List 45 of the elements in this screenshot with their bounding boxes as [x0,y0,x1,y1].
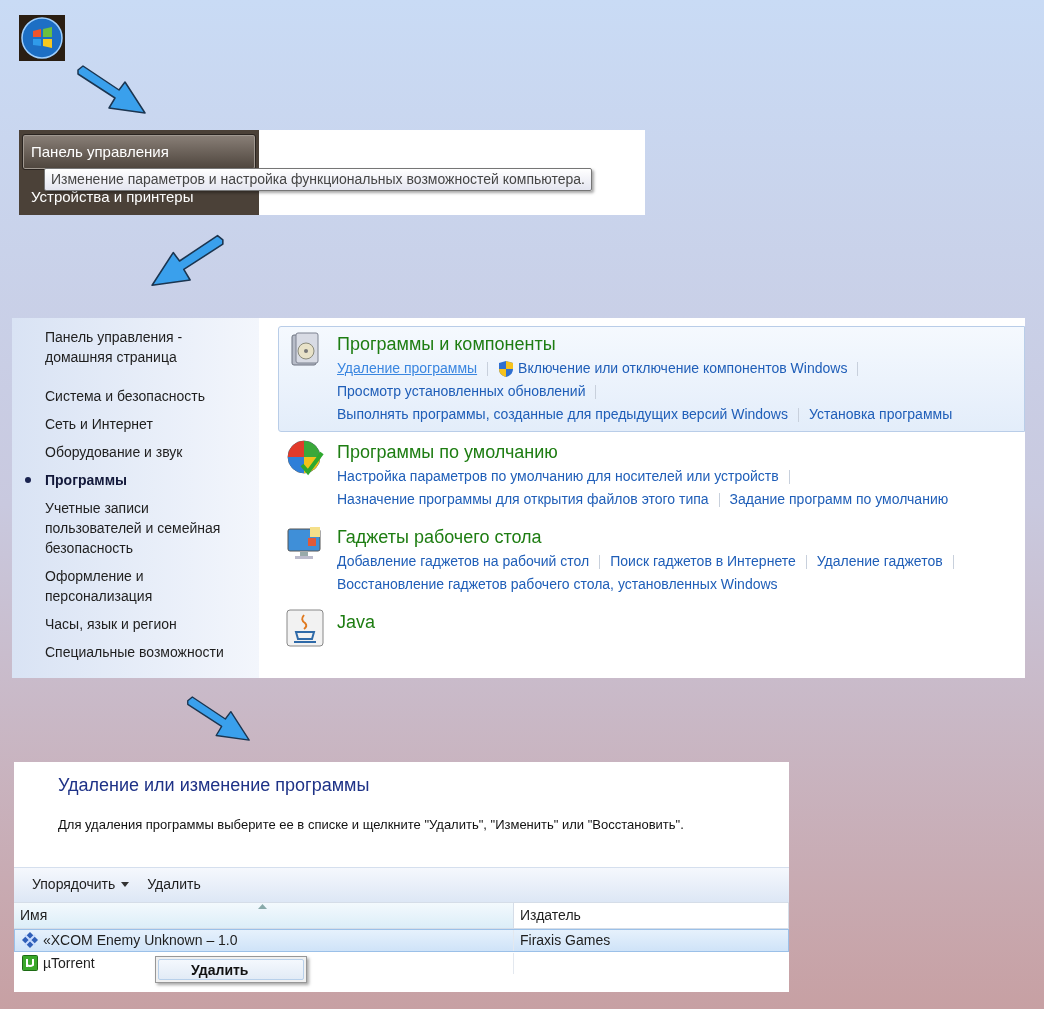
context-menu-item[interactable]: Удалить [158,959,304,980]
task-link[interactable]: Добавление гаджетов на рабочий стол [337,551,590,572]
task-link[interactable]: Настройка параметров по умолчанию для носителей или устройств [337,466,779,487]
sidebar-link[interactable]: Часы, язык и регион [45,614,235,634]
pointer-arrow [75,65,147,115]
coffee-cup-icon [286,609,324,647]
colored-ball-check-icon [286,439,324,477]
task-link[interactable]: Восстановление гаджетов рабочего стола, установленных Windows [337,574,778,595]
sidebar-link[interactable]: Программы [45,470,235,490]
task-link[interactable]: Назначение программы для открытия файлов этого типа [337,489,709,510]
sidebar-link[interactable]: Оборудование и звук [45,442,235,462]
sort-arrow-icon [258,903,267,909]
monitor-icon [286,524,324,562]
tooltip: Изменение параметров и настройка функциональных возможностей компьютера. [44,168,592,191]
sidebar-link[interactable]: Учетные записи пользователей и семейная безопасность [45,498,235,558]
category-title[interactable]: Программы по умолчанию [337,439,558,465]
category-title[interactable]: Программы и компоненты [337,331,556,357]
publisher-text: Firaxis Games [519,930,611,950]
task-link[interactable]: Просмотр установленных обновлений [337,381,586,402]
category-title[interactable]: Java [337,609,376,635]
task-link[interactable]: Поиск гаджетов в Интернете [610,551,796,572]
page-title: Удаление или изменение программы [58,774,370,797]
task-link[interactable]: Задание программ по умолчанию [729,489,949,510]
toolbar-button[interactable]: Удалить [139,871,209,898]
sidebar-link[interactable]: Оформление и персонализация [45,566,235,606]
diamond-logo-icon [22,932,38,948]
app-tile-icon [22,955,38,971]
program-name: «XCOM Enemy Unknown – 1.0 [43,930,238,950]
sidebar-link[interactable]: Система и безопасность [45,386,235,406]
program-row[interactable]: «XCOM Enemy Unknown – 1.0 Firaxis Games [14,928,789,952]
organize-dropdown[interactable]: Упорядочить [24,871,138,898]
task-link[interactable]: Установка программы [809,404,953,425]
program-name: µTorrent [43,953,95,973]
start-orb-icon[interactable] [19,15,65,61]
task-link[interactable]: Выполнять программы, созданные для предыдущих версий Windows [337,404,788,425]
caret-icon [121,882,130,887]
instruction-text: Для удаления программы выберите ее в списке и щелкните "Удалить", "Изменить" или "Восстановить". [58,816,684,834]
start-menu-item[interactable]: Панель управления [22,134,256,170]
category-title[interactable]: Гаджеты рабочего стола [337,524,542,550]
task-link[interactable]: Включение или отключение компонентов Windows [518,358,848,379]
column-header[interactable]: Имя [14,902,514,928]
sidebar-link[interactable]: Сеть и Интернет [45,414,235,434]
sidebar-link[interactable]: Специальные возможности [45,642,235,662]
sidebar-link[interactable]: Панель управления - домашняя страница [45,327,235,367]
task-link[interactable]: Удаление гаджетов [816,551,943,572]
